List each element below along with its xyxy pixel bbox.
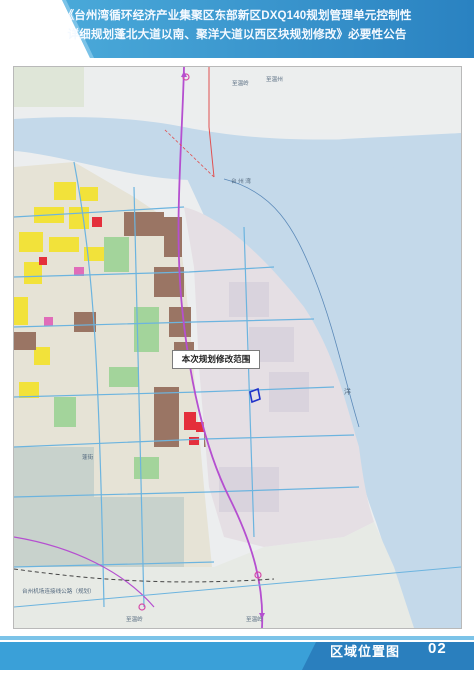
- page-title: 《台州湾循环经济产业集聚区东部新区DXQ140规划管理单元控制性 详细规划蓬北大…: [0, 6, 474, 44]
- sea-label: 洋: [344, 389, 351, 396]
- page-header: 《台州湾循环经济产业集聚区东部新区DXQ140规划管理单元控制性 详细规划蓬北大…: [0, 0, 474, 58]
- page-number: 02: [428, 640, 447, 657]
- railway-label: 台州机场连接线公路（规划）: [22, 589, 95, 595]
- road-north-label: 至温岭: [232, 81, 249, 87]
- title-line-2: 详细规划蓬北大道以南、聚洋大道以西区块规划修改》必要性公告: [67, 28, 407, 41]
- footer-label: 区域位置图: [330, 644, 401, 659]
- road-south-label-2: 至温岭: [246, 617, 263, 623]
- road-south-label-1: 至温岭: [126, 617, 143, 623]
- road-east-label: 至温州: [266, 77, 283, 83]
- bay-label: 台 州 湾: [231, 179, 251, 185]
- district-label: 蓬街: [82, 455, 94, 461]
- scope-callout: 本次规划修改范围: [172, 350, 260, 369]
- map-canvas: [14, 67, 461, 628]
- footer-banner: [0, 636, 474, 670]
- location-map[interactable]: 台 州 湾 洋 至温岭 至温岭 至温岭 至温州 台州机场连接线公路（规划） 蓬街…: [13, 66, 462, 629]
- title-line-1: 《台州湾循环经济产业集聚区东部新区DXQ140规划管理单元控制性: [62, 9, 412, 22]
- page-footer: [0, 636, 474, 670]
